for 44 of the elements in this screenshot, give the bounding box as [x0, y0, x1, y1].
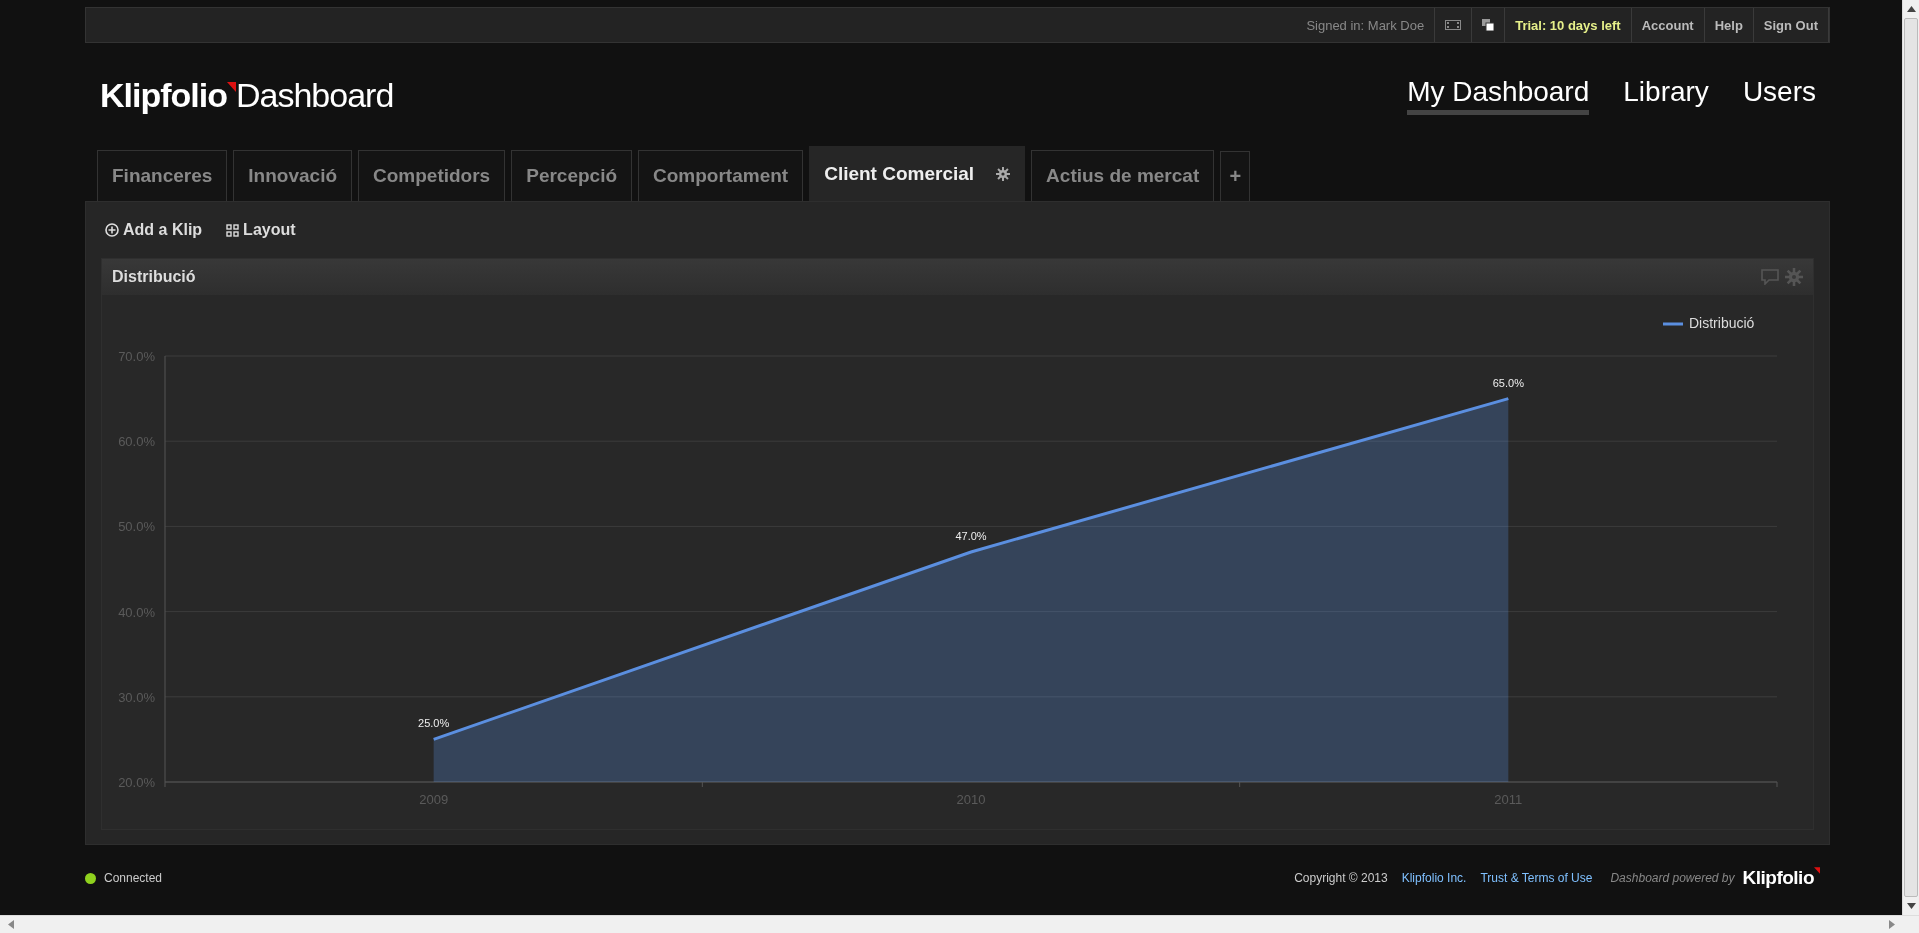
powered-by-text: Dashboard powered by: [1610, 871, 1735, 885]
status-text: Connected: [104, 871, 163, 885]
legend-item[interactable]: Distribució: [1663, 315, 1755, 331]
top-link[interactable]: Help: [1703, 8, 1753, 42]
windows-icon: [1482, 19, 1495, 31]
comment-icon[interactable]: [1761, 269, 1779, 285]
dashboard-tab[interactable]: Competidors: [358, 150, 506, 201]
vertical-scrollbar[interactable]: [1902, 0, 1919, 915]
add-tab-button[interactable]: +: [1220, 151, 1251, 201]
gear-icon[interactable]: [996, 167, 1011, 181]
left-arrow-icon[interactable]: [8, 920, 14, 929]
plus-circle-icon: [105, 223, 119, 237]
film-icon: [1445, 20, 1462, 30]
nav-link[interactable]: My Dashboard: [1407, 75, 1590, 115]
dashboard-tab[interactable]: Percepció: [511, 150, 633, 201]
toolbar-button[interactable]: Add a Klip: [101, 221, 207, 239]
toolbar-button[interactable]: Layout: [222, 221, 300, 239]
top-link[interactable]: Sign Out: [1752, 8, 1829, 42]
dashboard-tab[interactable]: Comportament: [638, 150, 804, 201]
horizontal-scrollbar[interactable]: [0, 915, 1919, 933]
dashboard-tab[interactable]: Actius de mercat: [1031, 150, 1215, 201]
dashboard-tab[interactable]: Innovació: [233, 150, 352, 201]
footer-logo[interactable]: Klipfolio: [1742, 867, 1820, 889]
klip-title: Distribució: [112, 268, 196, 286]
trial-text: Trial: 10 days left: [1504, 8, 1631, 42]
dashboard-tab[interactable]: Client Comercial: [809, 146, 1026, 201]
signed-in-text: Signed in: Mark Doe: [1305, 16, 1426, 35]
legend-label: Distribució: [1689, 315, 1755, 331]
nav-link[interactable]: Library: [1623, 75, 1709, 115]
terms-link[interactable]: Trust & Terms of Use: [1480, 871, 1593, 885]
data-label: 25.0%: [418, 717, 450, 730]
company-link[interactable]: Klipfolio Inc.: [1401, 871, 1467, 885]
logo[interactable]: Klipfolio Dashboard: [100, 75, 394, 115]
dashboard-tab[interactable]: Financeres: [97, 150, 228, 201]
down-arrow-icon[interactable]: [1906, 903, 1916, 909]
top-link[interactable]: Account: [1630, 8, 1704, 42]
right-arrow-icon[interactable]: [1889, 920, 1895, 929]
data-label: 47.0%: [955, 529, 987, 542]
up-arrow-icon[interactable]: [1906, 6, 1916, 12]
data-label: 65.0%: [1492, 376, 1524, 389]
copyright-text: Copyright © 2013: [1294, 871, 1388, 885]
nav-link[interactable]: Users: [1742, 75, 1816, 115]
scrollbar-thumb[interactable]: [1904, 18, 1918, 897]
grid-icon: [226, 223, 240, 237]
